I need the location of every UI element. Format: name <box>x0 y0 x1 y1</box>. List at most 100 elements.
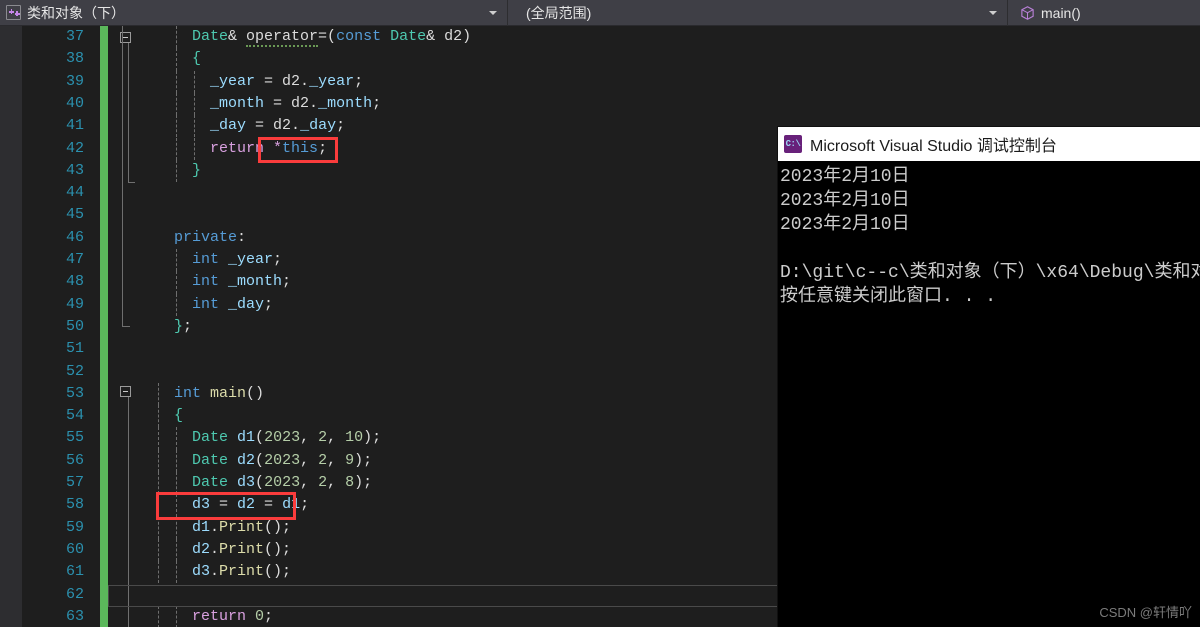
indent-guide <box>176 271 177 294</box>
code-line-text: } <box>192 161 202 179</box>
line-number: 43 <box>65 161 84 179</box>
line-number: 61 <box>65 563 84 581</box>
console-output: 2023年2月10日 2023年2月10日 2023年2月10日 D:\git\c--… <box>778 161 1200 627</box>
line-number: 40 <box>65 94 84 112</box>
indent-guide <box>158 561 159 584</box>
code-line[interactable]: 40 _month = d2._month; <box>66 92 1200 116</box>
line-number: 37 <box>65 28 84 45</box>
console-output-line: D:\git\c--c\类和对象（下）\x64\Debug\类和对 <box>780 263 1200 283</box>
indent-guide <box>158 382 159 406</box>
code-line-text: d2.Print(); <box>192 540 292 558</box>
indent-guide <box>176 137 177 160</box>
indent-guide <box>158 494 159 517</box>
indent-guide <box>194 92 195 116</box>
code-line-text: { <box>192 50 202 68</box>
indent-guide <box>158 405 159 428</box>
scope-dropdown[interactable]: (全局范围) <box>508 0 1008 26</box>
code-line[interactable]: 39 _year = d2._year; <box>66 70 1200 93</box>
indent-guide <box>176 538 177 562</box>
indent-guide <box>176 605 177 627</box>
line-number: 54 <box>65 407 84 425</box>
indent-guide <box>176 249 177 272</box>
indent-guide <box>158 472 159 495</box>
code-line-text: Date d3(2023, 2, 8); <box>192 474 373 491</box>
indent-guide <box>176 472 177 495</box>
debug-console-window[interactable]: C:\ Microsoft Visual Studio 调试控制台 2023年2… <box>778 127 1200 627</box>
change-indicator-bar <box>100 26 108 627</box>
collapse-region-toggle-main[interactable] <box>120 386 131 397</box>
editor-navigation-bar: 类和对象（下） (全局范围) main() <box>0 0 1200 26</box>
outline-column-class <box>122 26 123 326</box>
console-output-line: 按任意键关闭此窗口. . . <box>780 287 997 307</box>
indent-guide <box>176 115 177 138</box>
console-title-bar[interactable]: C:\ Microsoft Visual Studio 调试控制台 <box>778 127 1200 161</box>
line-number: 48 <box>65 273 84 291</box>
indent-guide <box>158 538 159 562</box>
cube-icon <box>1021 5 1034 20</box>
indent-guide <box>176 159 177 183</box>
code-line-text: d1.Print(); <box>192 518 292 536</box>
code-line-text: Date d2(2023, 2, 9); <box>192 451 373 469</box>
line-number: 47 <box>65 251 84 268</box>
chevron-down-icon[interactable] <box>489 10 497 15</box>
indent-guide <box>176 494 177 517</box>
line-number: 46 <box>65 228 84 246</box>
visual-studio-screenshot: 类和对象（下） (全局范围) main() 37 Date& operator=(… <box>0 0 1200 627</box>
code-line-text: int main() <box>174 384 265 402</box>
code-line-text: Date d1(2023, 2, 10); <box>192 429 382 447</box>
indent-guide <box>158 449 159 472</box>
code-line[interactable]: 37 Date& operator=(const Date& d2) <box>66 26 1200 49</box>
code-line-text: }; <box>174 317 193 335</box>
line-number: 41 <box>65 117 84 135</box>
console-output-line: 2023年2月10日 <box>780 191 910 211</box>
code-line-text: int _year; <box>192 251 283 268</box>
outline-end-tick-operator <box>128 182 135 183</box>
indent-guide <box>158 427 159 450</box>
line-number: 58 <box>65 496 84 514</box>
indent-guide <box>176 92 177 116</box>
indent-guide <box>176 26 177 49</box>
indent-guide <box>176 70 177 93</box>
line-number: 55 <box>65 429 84 447</box>
cpp-file-icon <box>6 5 21 20</box>
watermark: CSDN @轩情吖 <box>1099 605 1192 620</box>
console-app-icon: C:\ <box>784 135 802 153</box>
line-number: 53 <box>65 384 84 402</box>
code-line-text: return 0; <box>192 607 274 625</box>
line-number: 45 <box>65 206 84 224</box>
console-output-line: 2023年2月10日 <box>780 215 910 235</box>
current-line-highlight <box>108 584 780 607</box>
outline-end-tick-class <box>122 326 130 327</box>
indent-guide <box>194 70 195 93</box>
line-number: 62 <box>65 585 84 603</box>
line-number: 44 <box>65 184 84 202</box>
indent-guide <box>176 561 177 584</box>
line-number: 52 <box>65 362 84 380</box>
chevron-down-icon[interactable] <box>989 10 997 15</box>
scope-dropdown-label: (全局范围) <box>526 4 592 21</box>
console-output-line: 2023年2月10日 <box>780 167 910 187</box>
code-line-text: d3 = d2 = d1; <box>192 496 310 514</box>
line-number: 39 <box>65 72 84 90</box>
line-number: 50 <box>65 317 84 335</box>
file-dropdown-label: 类和对象（下） <box>27 4 125 21</box>
code-line[interactable]: 38 { <box>66 48 1200 71</box>
file-dropdown[interactable]: 类和对象（下） <box>0 0 508 26</box>
member-dropdown-label: main() <box>1041 4 1081 21</box>
indent-guide <box>176 293 177 316</box>
indent-guide <box>176 449 177 472</box>
indent-guide <box>158 516 159 539</box>
indent-guide <box>176 48 177 71</box>
member-dropdown[interactable]: main() <box>1008 0 1200 26</box>
line-number: 60 <box>65 540 84 558</box>
code-line-text: _month = d2._month; <box>210 94 382 112</box>
line-number: 51 <box>65 340 84 358</box>
indent-guide <box>194 115 195 138</box>
line-number: 38 <box>65 50 84 68</box>
line-number: 42 <box>65 139 84 157</box>
code-line-text: _year = d2._year; <box>210 72 364 90</box>
indent-guide <box>194 137 195 160</box>
indent-guide <box>176 427 177 450</box>
code-line-text: _day = d2._day; <box>210 117 346 135</box>
